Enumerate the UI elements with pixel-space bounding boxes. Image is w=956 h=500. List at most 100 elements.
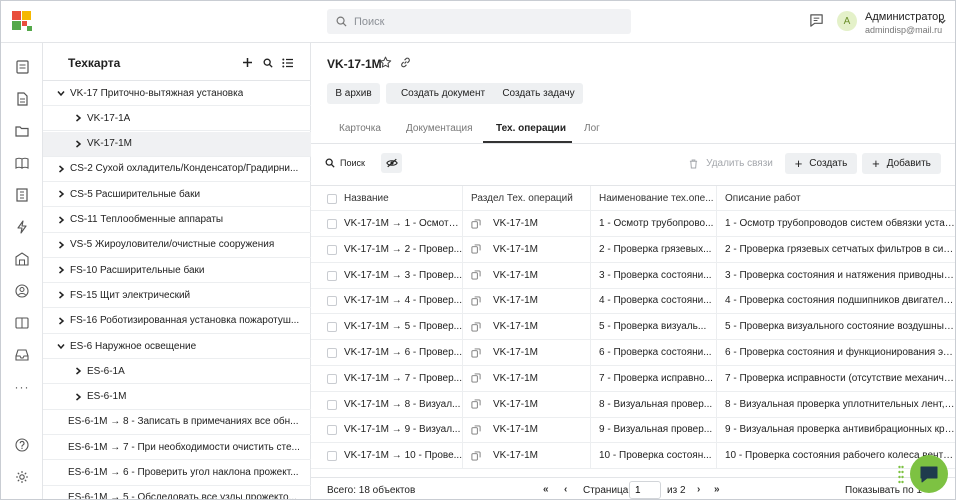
cell-description[interactable]: 3 - Проверка состояния и натяжения приво… [716,262,955,288]
table-row[interactable]: VK-17-1M → 10 - Прове... VK-17-1M 10 - Про… [311,443,955,470]
chevron-right-icon[interactable] [73,366,83,376]
cell-operation[interactable]: 2 - Проверка грязевых... [590,236,716,262]
cell-description[interactable]: 9 - Визуальная проверка антивибрационных… [716,417,955,443]
table-row[interactable]: VK-17-1M → 3 - Провер... VK-17-1M 3 - Пров… [311,262,955,289]
user-name[interactable]: Администратор [865,11,944,23]
list-icon[interactable] [281,56,294,69]
chevron-down-icon[interactable] [56,341,66,351]
building-icon[interactable] [14,187,30,203]
cell-section[interactable]: VK-17-1M [462,340,590,365]
tree-item[interactable]: ES-6-1M → 8 - Записать в примечаниях все… [43,410,311,435]
tree-item[interactable]: CS-2 Сухой охладитель/Конденсатор/Градир… [43,157,311,182]
cell-description[interactable]: 5 - Проверка визуального состояние возду… [716,314,955,340]
cell-name[interactable]: VK-17-1M → 5 - Провер... [336,314,462,339]
chevron-right-icon[interactable] [73,392,83,402]
cell-section[interactable]: VK-17-1M [462,236,590,262]
cell-name[interactable]: VK-17-1M → 3 - Провер... [336,263,462,288]
table-row[interactable]: VK-17-1M → 6 - Провер... VK-17-1M 6 - Пров… [311,340,955,366]
tab-tech-operations[interactable]: Тех. операции [496,123,566,134]
tab-documentation[interactable]: Документация [406,123,473,134]
cell-operation[interactable]: 1 - Осмотр трубопрово... [590,211,716,236]
tree-item[interactable]: FS-10 Расширительные баки [43,258,311,284]
global-search-input[interactable] [354,15,614,28]
link-icon[interactable] [399,56,412,69]
book-icon[interactable] [14,155,30,171]
chevron-down-icon[interactable] [938,17,947,26]
avatar[interactable]: A [837,11,857,31]
tree-item[interactable]: ES-6-1M → 7 - При необходимости очистить… [43,435,311,461]
cell-section[interactable]: VK-17-1M [462,314,590,340]
tree-item[interactable]: VK-17-1A [43,106,311,132]
table-row[interactable]: VK-17-1M → 5 - Провер... VK-17-1M 5 - Пров… [311,314,955,341]
cell-operation[interactable]: 3 - Проверка состояни... [590,262,716,288]
create-document-button[interactable]: Создать документ [386,83,500,104]
cell-section[interactable]: VK-17-1M [462,417,590,443]
chevron-down-icon[interactable] [56,88,66,98]
tree-item[interactable]: ES-6-1A [43,359,311,385]
global-search[interactable] [327,9,631,34]
cell-operation[interactable]: 5 - Проверка визуаль... [590,314,716,340]
document-icon[interactable] [14,91,30,107]
column-header-name[interactable]: Название [336,186,462,210]
cell-name[interactable]: VK-17-1M → 1 - Осмотр ... [336,211,462,236]
archive-button[interactable]: В архив [327,83,380,104]
open-book-icon[interactable] [14,315,30,331]
next-page-icon[interactable]: › [697,484,700,495]
cell-section[interactable]: VK-17-1M [462,443,590,469]
tree-item[interactable]: VK-17 Приточно-вытяжная установка [43,81,311,106]
cell-description[interactable]: 4 - Проверка состояния подшипников двига… [716,288,955,314]
tree-item[interactable]: VS-5 Жироуловители/очистные сооружения [43,233,311,258]
page-size-label[interactable]: Показывать по 1 [845,485,922,496]
cell-section[interactable]: VK-17-1M [462,262,590,288]
table-search-button[interactable]: Поиск [325,153,365,173]
last-page-icon[interactable]: » [714,484,720,495]
search-icon[interactable] [261,56,274,69]
plus-icon[interactable] [241,56,254,69]
column-header-description[interactable]: Описание работ [716,186,955,210]
support-chat-button[interactable] [910,455,948,493]
table-row[interactable]: VK-17-1M → 4 - Провер... VK-17-1M 4 - Пров… [311,288,955,315]
cell-name[interactable]: VK-17-1M → 10 - Прове... [336,443,462,468]
folder-icon[interactable] [14,123,30,139]
table-row[interactable]: VK-17-1M → 2 - Провер... VK-17-1M 2 - Пров… [311,236,955,263]
tree-item[interactable]: ES-6-1M → 6 - Проверить угол наклона про… [43,461,311,486]
cell-operation[interactable]: 4 - Проверка состояни... [590,288,716,314]
cell-name[interactable]: VK-17-1M → 4 - Провер... [336,288,462,313]
create-button[interactable]: + Создать [785,153,857,174]
cell-operation[interactable]: 10 - Проверка состоян... [590,443,716,469]
help-icon[interactable] [14,437,30,453]
cell-operation[interactable]: 7 - Проверка исправно... [590,365,716,391]
cell-description[interactable]: 6 - Проверка состояния и функционировани… [716,340,955,365]
add-button[interactable]: + Добавить [862,153,941,174]
unlink-button[interactable]: Удалить связи [683,153,779,174]
chevron-right-icon[interactable] [56,189,66,199]
cell-operation[interactable]: 8 - Визуальная провер... [590,391,716,417]
star-icon[interactable] [379,56,392,69]
tree-item[interactable]: VK-17-1M [43,131,311,157]
create-task-button[interactable]: Создать задачу [494,83,583,104]
user-circle-icon[interactable] [14,283,30,299]
chevron-right-icon[interactable] [56,265,66,275]
page-number-input[interactable] [629,481,661,499]
app-logo[interactable] [12,11,32,31]
cell-operation[interactable]: 9 - Визуальная провер... [590,417,716,443]
hide-columns-button[interactable] [381,153,402,173]
chevron-right-icon[interactable] [56,290,66,300]
tree-item[interactable]: FS-16 Роботизированная установка пожарот… [43,309,311,334]
cell-section[interactable]: VK-17-1M [462,211,590,236]
settings-gear-icon[interactable] [14,469,30,485]
notes-icon[interactable] [14,59,30,75]
cell-name[interactable]: VK-17-1M → 2 - Провер... [336,237,462,262]
first-page-icon[interactable]: « [543,484,549,495]
column-header-section[interactable]: Раздел Тех. операций [462,186,590,210]
drag-handle-icon[interactable] [898,465,904,485]
cell-operation[interactable]: 6 - Проверка состояни... [590,340,716,365]
lightning-icon[interactable] [14,219,30,235]
column-header-operation[interactable]: Наименование тех.опе... [590,186,716,210]
cell-description[interactable]: 7 - Проверка исправности (отсутствие мех… [716,365,955,391]
table-row[interactable]: VK-17-1M → 9 - Визуал... VK-17-1M 9 - Визу… [311,417,955,444]
cell-description[interactable]: 1 - Осмотр трубопроводов систем обвязки … [716,211,955,236]
cell-description[interactable]: 8 - Визуальная проверка уплотнительных л… [716,391,955,417]
more-icon[interactable]: ··· [14,379,30,395]
cell-name[interactable]: VK-17-1M → 8 - Визуал... [336,392,462,417]
